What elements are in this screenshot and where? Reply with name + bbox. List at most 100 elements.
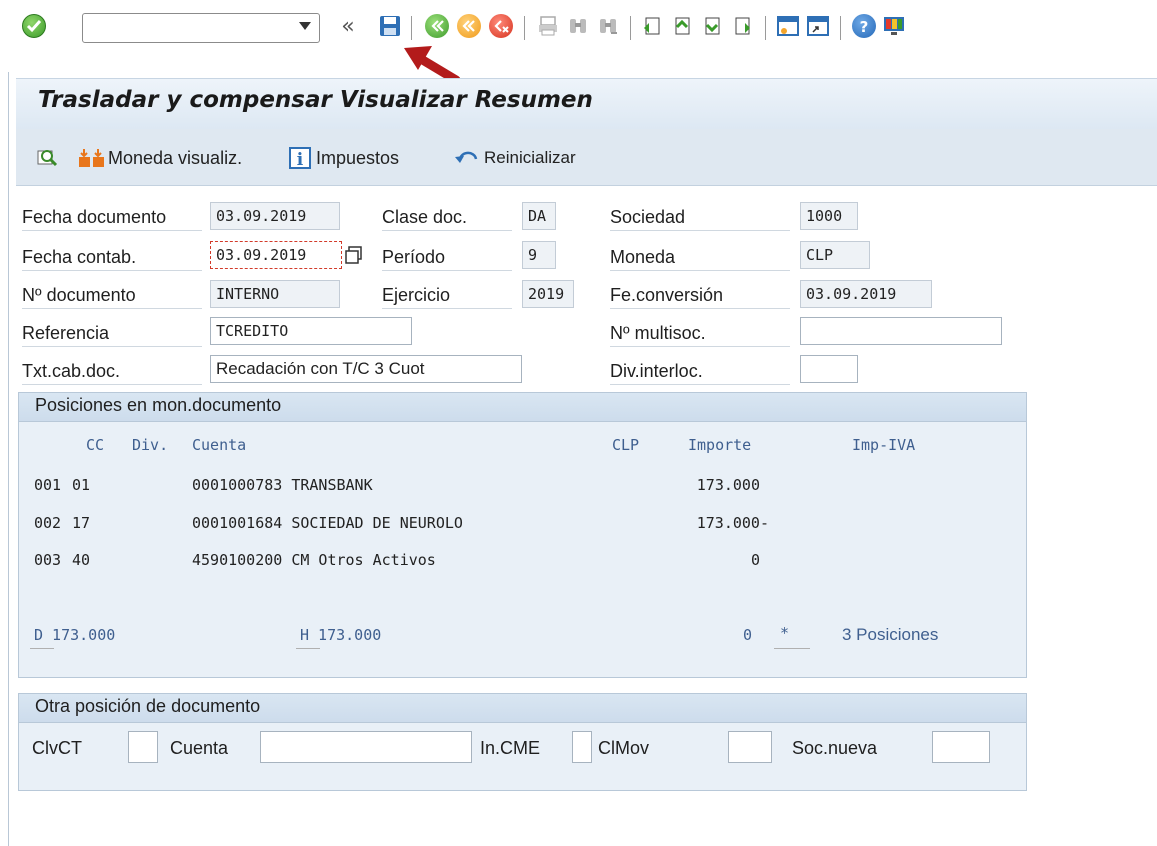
cuenta-label: Cuenta	[170, 738, 229, 758]
prev-screens-icon[interactable]: «	[336, 13, 360, 39]
col-header-cc: CC	[86, 436, 105, 454]
moneda-visualiz-button[interactable]: Moneda visualiz.	[76, 146, 242, 170]
total-balance: 0	[742, 626, 752, 644]
overview-button[interactable]	[36, 146, 62, 170]
fecha-contab-field[interactable]: 03.09.2019	[210, 241, 342, 269]
info-icon: i	[289, 147, 311, 170]
debit-underline	[30, 648, 54, 649]
customize-layout-icon[interactable]	[882, 14, 906, 38]
fe-conversion-label: Fe.conversión	[610, 282, 790, 309]
soc-nueva-field[interactable]	[932, 731, 990, 763]
find-next-icon[interactable]	[596, 14, 620, 38]
col-header-currency: CLP	[612, 436, 640, 454]
reset-icon	[455, 151, 478, 163]
svg-text:i: i	[297, 150, 304, 170]
row2-cuenta: 0001001684 SOCIEDAD DE NEUROLO	[192, 514, 463, 532]
txt-cab-doc-label: Txt.cab.doc.	[22, 358, 202, 385]
no-multisoc-field[interactable]	[800, 317, 1002, 345]
clase-doc-field[interactable]: DA	[522, 202, 556, 230]
back-icon[interactable]	[425, 14, 449, 38]
col-header-imp-iva: Imp-IVA	[852, 436, 916, 454]
positions-group-header: Posiciones en mon.documento	[19, 393, 1026, 422]
sociedad-field[interactable]: 1000	[800, 202, 858, 230]
row1-cc[interactable]: 001	[34, 476, 61, 494]
cuenta-field[interactable]	[260, 731, 472, 763]
clvct-field[interactable]	[128, 731, 158, 763]
row2-div: 17	[72, 514, 91, 532]
total-marker: *	[780, 624, 790, 642]
impuestos-button[interactable]: i Impuestos	[288, 146, 399, 170]
row1-div: 01	[72, 476, 91, 494]
periodo-field[interactable]: 9	[522, 241, 556, 269]
ejercicio-field[interactable]: 2019	[522, 280, 574, 308]
col-header-importe: Importe	[688, 436, 752, 454]
copy-date-icon[interactable]	[344, 245, 364, 265]
row3-div: 40	[72, 551, 91, 569]
no-documento-label: Nº documento	[22, 282, 202, 309]
command-field[interactable]	[82, 13, 320, 43]
col-header-cuenta: Cuenta	[192, 436, 247, 454]
row2-importe: 173.000-	[696, 514, 769, 532]
create-session-icon[interactable]	[776, 14, 800, 38]
first-page-icon[interactable]	[640, 14, 664, 38]
next-page-icon[interactable]	[700, 14, 724, 38]
clase-doc-label: Clase doc.	[382, 204, 512, 231]
moneda-field[interactable]: CLP	[800, 241, 870, 269]
system-toolbar: « ?	[0, 0, 1157, 85]
cancel-icon[interactable]	[489, 14, 513, 38]
save-icon[interactable]	[378, 14, 402, 38]
soc-nueva-label: Soc.nueva	[792, 738, 878, 758]
in-cme-field[interactable]	[572, 731, 592, 763]
row1-cuenta: 0001000783 TRANSBANK	[192, 476, 373, 494]
referencia-field[interactable]: TCREDITO	[210, 317, 412, 345]
total-debit: D 173.000	[34, 626, 116, 644]
fecha-documento-field[interactable]: 03.09.2019	[210, 202, 340, 230]
moneda-label: Moneda	[610, 244, 790, 271]
row3-cuenta: 4590100200 CM Otros Activos	[192, 551, 436, 569]
overview-icon	[37, 150, 58, 167]
fe-conversion-field[interactable]: 03.09.2019	[800, 280, 932, 308]
periodo-label: Período	[382, 244, 512, 271]
clmov-field[interactable]	[728, 731, 772, 763]
print-icon[interactable]	[536, 14, 560, 38]
collapse-glyph: «	[341, 13, 355, 39]
sociedad-label: Sociedad	[610, 204, 790, 231]
fecha-contab-label: Fecha contab.	[22, 244, 202, 271]
moneda-visualiz-label: Moneda visualiz.	[108, 147, 243, 168]
reinicializar-label: Reinicializar	[484, 148, 576, 167]
help-icon[interactable]: ?	[852, 14, 876, 38]
find-icon[interactable]	[566, 14, 590, 38]
ejercicio-label: Ejercicio	[382, 282, 512, 309]
positions-group-title: Posiciones en mon.documento	[35, 395, 282, 415]
other-position-group-title: Otra posición de documento	[35, 696, 261, 716]
row1-importe: 173.000	[696, 476, 760, 494]
impuestos-label: Impuestos	[316, 147, 400, 168]
command-dropdown-icon[interactable]	[299, 22, 311, 30]
last-page-icon[interactable]	[730, 14, 754, 38]
svg-text:?: ?	[860, 18, 869, 36]
currency-icon	[79, 149, 104, 167]
exit-icon[interactable]	[457, 14, 481, 38]
positions-count: 3 Posiciones	[842, 625, 939, 644]
page-title: Trasladar y compensar Visualizar Resumen	[38, 87, 593, 113]
clmov-label: ClMov	[598, 738, 650, 758]
div-interloc-field[interactable]	[800, 355, 858, 383]
txt-cab-doc-field[interactable]: Recadación con T/C 3 Cuot	[210, 355, 522, 383]
title-bar: Trasladar y compensar Visualizar Resumen	[16, 78, 1157, 130]
row3-importe: 0	[750, 551, 760, 569]
shortcut-icon[interactable]	[806, 14, 830, 38]
ok-icon[interactable]	[22, 14, 46, 38]
toolbar-separator	[630, 16, 631, 40]
marker-underline	[774, 648, 810, 649]
row2-cc[interactable]: 002	[34, 514, 61, 532]
total-credit: H 173.000	[300, 626, 382, 644]
reinicializar-button[interactable]: Reinicializar	[452, 146, 576, 170]
credit-underline	[296, 648, 320, 649]
toolbar-separator	[524, 16, 525, 40]
fecha-documento-label: Fecha documento	[22, 204, 202, 231]
prev-page-icon[interactable]	[670, 14, 694, 38]
other-position-group-header: Otra posición de documento	[19, 694, 1026, 723]
row3-cc[interactable]: 003	[34, 551, 61, 569]
no-documento-field[interactable]: INTERNO	[210, 280, 340, 308]
in-cme-label: In.CME	[480, 738, 541, 758]
